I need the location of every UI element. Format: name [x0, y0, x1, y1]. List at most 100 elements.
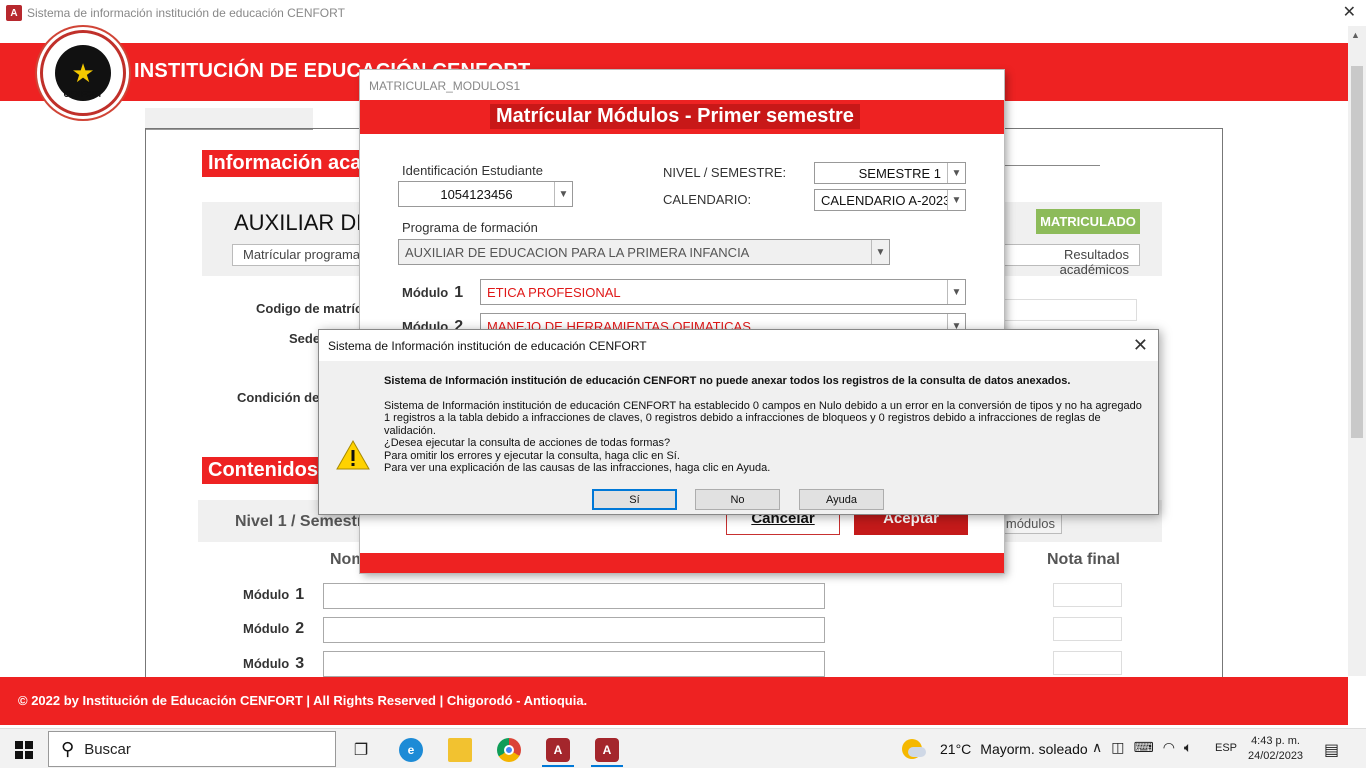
calendario-value: CALENDARIO A-2023	[821, 192, 947, 208]
chevron-up-icon[interactable]: ∧	[1092, 739, 1102, 756]
id-estudiante-value: 1054123456	[440, 186, 513, 202]
meet-now-icon[interactable]: ◫	[1111, 739, 1124, 756]
scroll-up-icon[interactable]: ▲	[1351, 30, 1360, 40]
notifications-icon[interactable]: ▤	[1324, 740, 1339, 760]
bg-module-grade-field-1[interactable]	[1053, 583, 1122, 607]
nivel-semestre-label: NIVEL / SEMESTRE:	[663, 165, 787, 180]
chevron-down-icon[interactable]: ▼	[947, 280, 965, 304]
cenfort-logo: ★ CENFORT	[40, 30, 126, 116]
section-contenidos-title: Contenidos	[202, 457, 324, 484]
codigo-matricula-field[interactable]	[1000, 299, 1137, 321]
taskbar-search-box[interactable]: ⚲ Buscar	[48, 731, 336, 767]
modal-titlebar: MATRICULAR_MODULOS1	[360, 70, 1004, 100]
dialog-line-4: Para ver una explicación de las causas d…	[384, 462, 771, 475]
id-estudiante-combobox[interactable]: 1054123456 ▼	[398, 181, 573, 207]
chevron-down-icon[interactable]: ▼	[947, 190, 965, 210]
taskbar: ⚲ Buscar ❐ e A A 21°C Mayorm. soleado ∧ …	[0, 728, 1366, 768]
window-close-button[interactable]: ✕	[1343, 2, 1356, 22]
logo-text: CENFORT	[63, 90, 103, 99]
search-placeholder: Buscar	[84, 740, 131, 758]
window-titlebar: A Sistema de información institución de …	[0, 0, 1366, 26]
bg-module-label-3: Módulo 3	[243, 655, 305, 672]
folder-icon	[448, 738, 472, 762]
help-button[interactable]: Ayuda	[799, 489, 884, 510]
modal-module-combobox-1[interactable]: ETICA PROFESIONAL ▼	[480, 279, 966, 305]
bg-module-grade-field-3[interactable]	[1053, 651, 1122, 675]
weather-desc: Mayorm. soleado	[980, 741, 1088, 757]
background-tab[interactable]	[145, 108, 313, 130]
modulos-button[interactable]: módulos	[998, 512, 1062, 534]
dialog-headline: Sistema de Información institución de ed…	[384, 375, 1071, 387]
language-indicator[interactable]: ESP	[1215, 742, 1237, 754]
bg-module-name-field-1[interactable]	[323, 583, 825, 609]
wifi-icon[interactable]: ◠	[1163, 739, 1175, 756]
no-button[interactable]: No	[695, 489, 780, 510]
clock-date: 24/02/2023	[1248, 750, 1304, 762]
dialog-title: Sistema de Información institución de ed…	[328, 339, 647, 353]
chevron-down-icon[interactable]: ▼	[554, 182, 572, 206]
chevron-down-icon[interactable]: ▼	[871, 240, 889, 264]
bg-module-grade-field-2[interactable]	[1053, 617, 1122, 641]
programa-formacion-label: Programa de formación	[402, 220, 538, 235]
bg-module-name-field-2[interactable]	[323, 617, 825, 643]
footer-copyright: © 2022 by Institución de Educación CENFO…	[18, 693, 588, 708]
status-badge: MATRICULADO	[1036, 209, 1140, 234]
dialog-line-2: ¿Desea ejecutar la consulta de acciones …	[384, 437, 671, 450]
yes-button[interactable]: Sí	[592, 489, 677, 510]
modal-module-value-1: ETICA PROFESIONAL	[487, 284, 621, 300]
chrome-taskbar-button[interactable]	[489, 733, 529, 767]
access-icon: A	[595, 738, 619, 762]
access-taskbar-button-1[interactable]: A	[538, 733, 578, 767]
windows-start-icon[interactable]	[15, 741, 33, 759]
window-title: Sistema de información institución de ed…	[27, 6, 345, 20]
divider	[1000, 165, 1100, 166]
append-error-dialog: Sistema de Información institución de ed…	[318, 329, 1159, 515]
calendario-label: CALENDARIO:	[663, 192, 752, 207]
id-estudiante-label: Identificación Estudiante	[402, 163, 543, 178]
scroll-thumb[interactable]	[1351, 66, 1363, 438]
bg-module-name-field-3[interactable]	[323, 651, 825, 677]
search-icon: ⚲	[61, 738, 75, 759]
programa-formacion-combobox[interactable]: AUXILIAR DE EDUCACION PARA LA PRIMERA IN…	[398, 239, 890, 265]
vertical-scrollbar[interactable]: ▲	[1348, 26, 1366, 676]
dialog-body: Sistema de Información institución de ed…	[319, 361, 1158, 514]
weather-temp: 21°C	[940, 741, 972, 757]
condicion-label: Condición de	[237, 390, 320, 405]
explorer-taskbar-button[interactable]	[440, 733, 480, 767]
column-nota-final: Nota final	[1047, 551, 1120, 568]
bg-module-label-2: Módulo 2	[243, 620, 305, 637]
volume-icon[interactable]: 🔈︎	[1184, 739, 1192, 756]
chrome-icon	[497, 738, 521, 762]
access-taskbar-button-2[interactable]: A	[587, 733, 627, 767]
task-view-button[interactable]: ❐	[341, 733, 381, 767]
modal-window-title: MATRICULAR_MODULOS1	[369, 79, 521, 93]
modal-heading: Matrícular Módulos - Primer semestre	[490, 104, 860, 129]
dialog-line-3: Para omitir los errores y ejecutar la co…	[384, 449, 680, 462]
dialog-line-1: Sistema de Información institución de ed…	[384, 400, 1142, 437]
edge-taskbar-button[interactable]: e	[391, 733, 431, 767]
weather-sun-icon	[902, 739, 926, 759]
calendario-combobox[interactable]: CALENDARIO A-2023 ▼	[814, 189, 966, 211]
system-tray: ∧ ◫ ⌨ ◠ 🔈︎	[1092, 739, 1192, 756]
nivel-semestre-combobox[interactable]: SEMESTRE 1 ▼	[814, 162, 966, 184]
task-view-icon: ❐	[353, 742, 369, 759]
access-icon: A	[546, 738, 570, 762]
dialog-message: Sistema de Información institución de ed…	[384, 400, 1149, 474]
dialog-close-icon[interactable]: ✕	[1133, 335, 1148, 356]
warning-icon	[336, 439, 370, 470]
modal-module-label-1: Módulo 1	[402, 284, 464, 301]
footer-band: © 2022 by Institución de Educación CENFO…	[0, 677, 1348, 725]
weather-widget[interactable]: 21°C Mayorm. soleado	[902, 739, 1088, 759]
resultados-academicos-button[interactable]: Resultados académicos	[990, 244, 1140, 277]
system-clock[interactable]: 4:43 p. m. 24/02/2023	[1248, 734, 1303, 764]
keyboard-icon[interactable]: ⌨	[1133, 739, 1153, 756]
bg-module-label-1: Módulo 1	[243, 586, 305, 603]
clock-time: 4:43 p. m.	[1251, 735, 1300, 747]
nivel-semestre-value: SEMESTRE 1	[858, 165, 941, 181]
programa-formacion-value: AUXILIAR DE EDUCACION PARA LA PRIMERA IN…	[405, 244, 750, 260]
sede-label: Sede	[289, 331, 321, 346]
matricular-programa-button[interactable]: Matrícular programa	[232, 244, 372, 266]
access-app-icon: A	[6, 5, 22, 21]
chevron-down-icon[interactable]: ▼	[947, 163, 965, 183]
edge-icon: e	[399, 738, 423, 762]
